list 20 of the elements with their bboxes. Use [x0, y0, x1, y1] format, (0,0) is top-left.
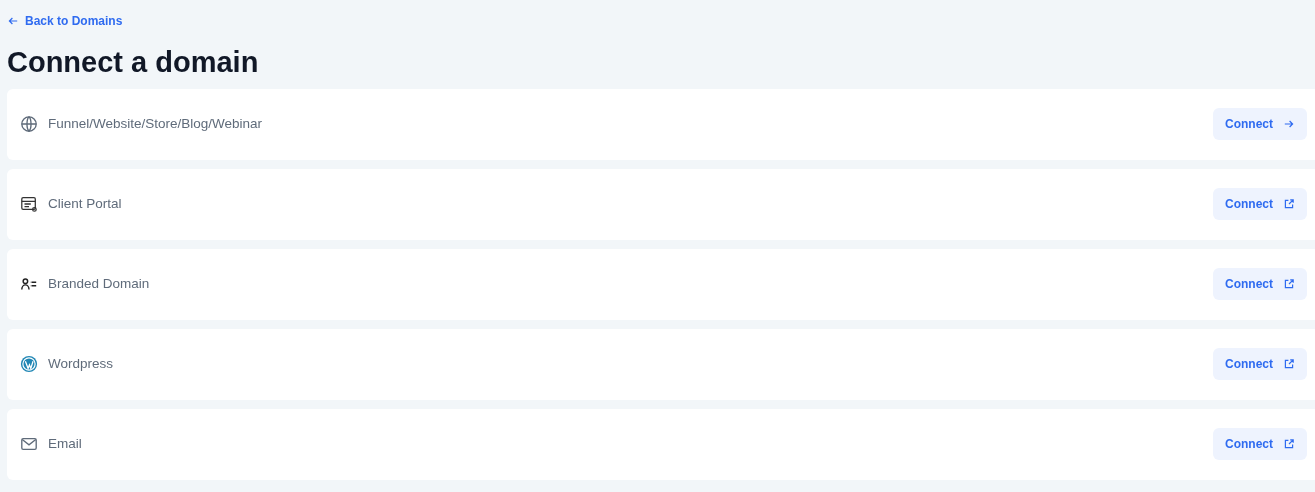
- external-link-icon: [1283, 198, 1295, 211]
- connect-button[interactable]: Connect: [1213, 108, 1307, 141]
- domain-label: Client Portal: [48, 195, 122, 214]
- arrow-left-icon: [7, 15, 19, 27]
- connect-button[interactable]: Connect: [1213, 348, 1307, 381]
- connect-button[interactable]: Connect: [1213, 268, 1307, 301]
- globe-icon: [20, 115, 38, 134]
- domain-label: Email: [48, 435, 82, 454]
- domain-label: Funnel/Website/Store/Blog/Webinar: [48, 115, 263, 134]
- external-link-icon: [1283, 358, 1295, 371]
- wordpress-icon: [20, 355, 38, 374]
- browser-window-icon: [20, 195, 38, 214]
- domain-label: Wordpress: [48, 355, 114, 374]
- external-link-icon: [1283, 278, 1295, 291]
- domain-label: Branded Domain: [48, 275, 150, 294]
- external-link-icon: [1283, 438, 1295, 451]
- connect-button[interactable]: Connect: [1213, 428, 1307, 461]
- connect-button[interactable]: Connect: [1213, 188, 1307, 221]
- page-title: Connect a domain: [7, 47, 260, 79]
- back-link[interactable]: Back to Domains: [7, 12, 123, 30]
